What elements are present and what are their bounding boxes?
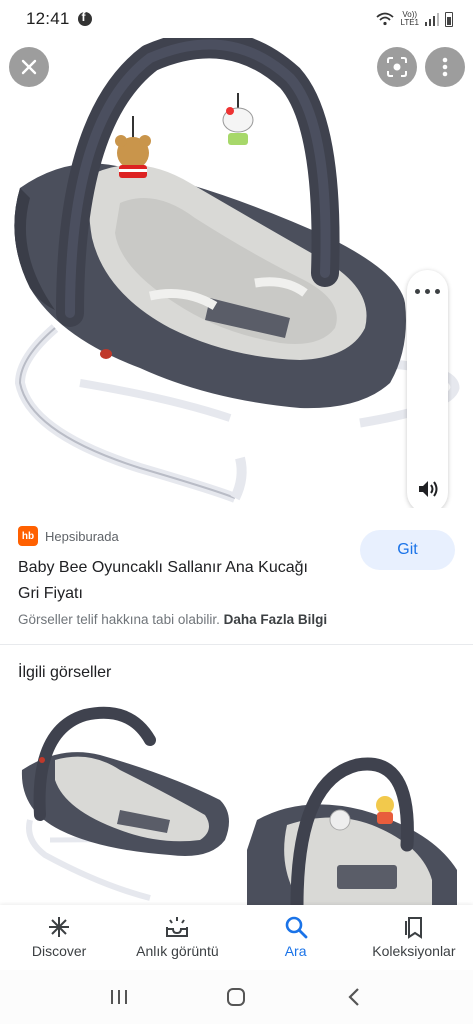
lens-icon (387, 57, 407, 77)
image-viewer[interactable] (0, 38, 473, 508)
nav-discover[interactable]: Discover (0, 905, 118, 970)
visit-button[interactable]: Git (360, 530, 455, 570)
collections-icon (404, 917, 422, 939)
signal-icon (425, 12, 439, 26)
related-images-title: İlgili görseller (18, 664, 112, 681)
wifi-icon (376, 12, 395, 26)
system-navigation (0, 970, 473, 1024)
close-button[interactable] (9, 47, 49, 87)
result-info: hb Hepsiburada Baby Bee Oyuncaklı Sallan… (0, 508, 473, 644)
related-image-2[interactable] (242, 700, 464, 905)
battery-icon (445, 11, 453, 27)
lens-button[interactable] (377, 47, 417, 87)
asterisk-icon (49, 917, 70, 937)
source-row[interactable]: hb Hepsiburada (18, 526, 119, 546)
back-icon (348, 988, 359, 1006)
source-logo: hb (18, 526, 38, 546)
divider (0, 644, 473, 645)
recents-icon (110, 990, 127, 1004)
back-button[interactable] (339, 982, 369, 1012)
related-image-2-picture (247, 757, 457, 905)
side-panel (407, 270, 448, 508)
bottom-navigation: Discover Anlık görüntü Ara Koleksiyonlar (0, 905, 473, 970)
related-image-1[interactable] (10, 700, 232, 905)
status-bar: 12:41 Vo)) LTE1 (0, 0, 473, 38)
status-icons: Vo)) LTE1 (376, 11, 453, 27)
close-icon (21, 59, 37, 75)
copyright-notice: Görseller telif hakkına tabi olabilir. D… (18, 612, 327, 627)
network-indicator: Vo)) LTE1 (400, 10, 419, 27)
inbox-icon (166, 917, 189, 937)
more-info-link[interactable]: Daha Fazla Bilgi (224, 612, 328, 627)
nav-snapshot[interactable]: Anlık görüntü (118, 905, 236, 970)
nav-collections[interactable]: Koleksiyonlar (355, 905, 473, 970)
volume-icon[interactable] (416, 478, 440, 500)
more-options-button[interactable] (425, 47, 465, 87)
related-image-1-picture (21, 706, 230, 901)
search-icon (285, 916, 308, 939)
home-button[interactable] (221, 982, 251, 1012)
home-icon (227, 988, 246, 1006)
recent-apps-button[interactable] (104, 982, 134, 1012)
more-vert-icon (442, 57, 448, 77)
product-image (14, 38, 460, 503)
source-name: Hepsiburada (45, 528, 119, 544)
copyright-text: Görseller telif hakkına tabi olabilir. (18, 612, 220, 627)
facebook-notification-icon (77, 10, 92, 26)
status-time: 12:41 (26, 9, 70, 28)
nav-search[interactable]: Ara (237, 905, 355, 970)
product-title[interactable]: Baby Bee Oyuncaklı Sallanır Ana Kucağı G… (18, 555, 318, 607)
more-horiz-icon[interactable] (415, 286, 440, 296)
